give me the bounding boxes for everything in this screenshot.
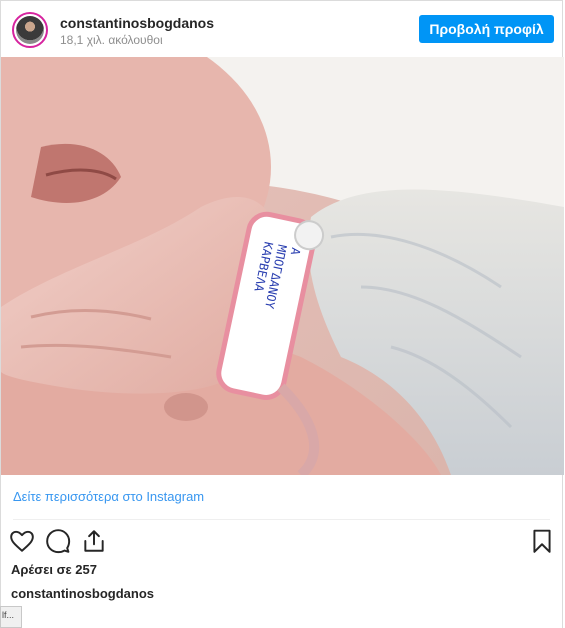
status-tooltip: lf... [0, 606, 22, 628]
avatar[interactable] [12, 12, 48, 48]
post-photo[interactable]: ΜΠΟΓΔΑΝΟΥ ΚΑΡΒΕΛΑ Α [1, 57, 564, 475]
view-more-on-instagram-link[interactable]: Δείτε περισσότερα στο Instagram [13, 489, 204, 504]
divider [13, 519, 550, 520]
likes-count[interactable]: Αρέσει σε 257 [11, 562, 97, 577]
share-icon[interactable] [81, 528, 107, 554]
comment-icon[interactable] [45, 528, 71, 554]
caption-username[interactable]: constantinosbogdanos [11, 586, 154, 601]
view-profile-button[interactable]: Προβολή προφίλ [419, 15, 554, 43]
bookmark-icon[interactable] [529, 528, 555, 554]
followers-count: 18,1 χιλ. ακόλουθοι [60, 33, 163, 47]
username[interactable]: constantinosbogdanos [60, 15, 214, 31]
post-header: constantinosbogdanos 18,1 χιλ. ακόλουθοι… [1, 1, 564, 57]
heart-icon[interactable] [9, 528, 35, 554]
instagram-embed-card: constantinosbogdanos 18,1 χιλ. ακόλουθοι… [0, 0, 564, 628]
action-bar [1, 525, 564, 557]
